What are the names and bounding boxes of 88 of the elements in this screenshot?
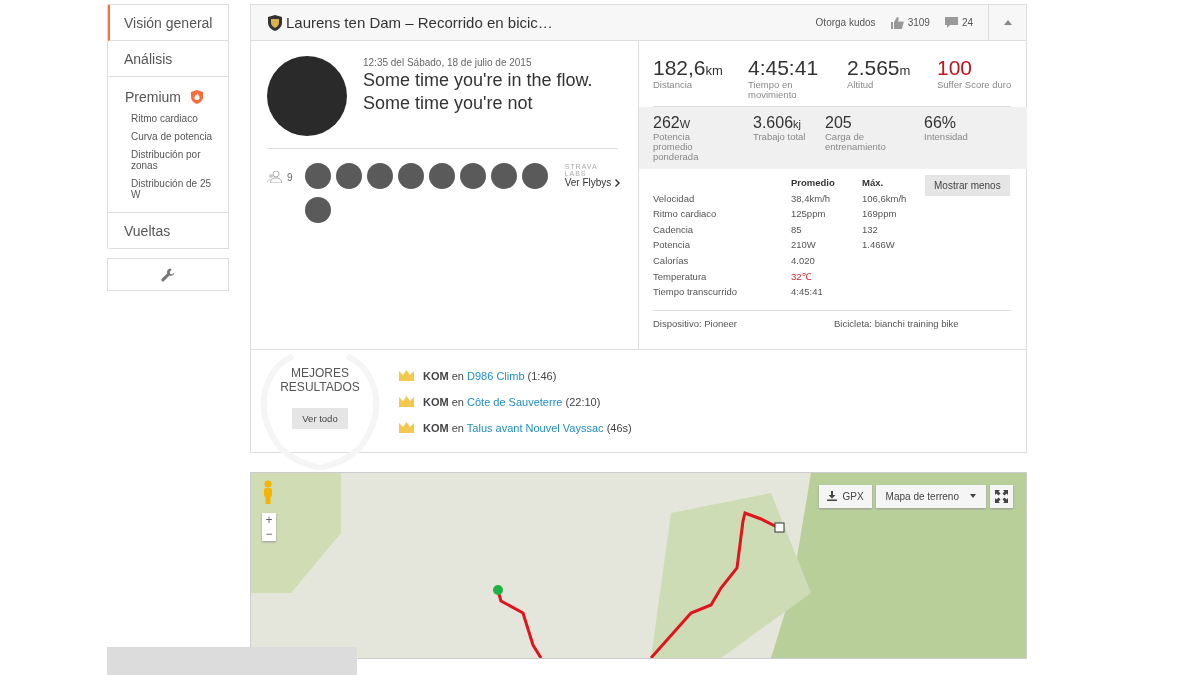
stat-label: Tiempo en movimiento [748,80,798,100]
show-less-button[interactable]: Mostrar menos [925,175,1010,196]
shield-icon [268,14,282,31]
table-cell-text: Calorías [653,253,690,268]
table-cell-text: 38,4km/h [791,191,832,206]
segment-link[interactable]: D986 Climb [467,369,525,382]
shield-icon [191,90,203,104]
fullscreen-icon [995,489,1008,503]
table-cell-text: Potencia [653,238,691,253]
give-kudos-link[interactable]: Otorga kudos [815,17,876,28]
caret-up-icon [1003,20,1012,25]
table-cell-text: Ritmo cardiaco [653,207,718,222]
crown-icon [399,396,414,408]
people-icon [267,171,283,183]
table-cell-text: 106,6km/h [862,191,908,206]
table-cell-text: 169ppm [862,207,898,222]
comments-count[interactable]: 24 [944,17,973,28]
stat-label: Distancia [653,80,694,90]
column-header: Promedio [791,176,836,190]
sidebar-item[interactable]: Visión general [108,5,228,41]
stat-value: 2.565m [847,56,912,80]
sidebar-item[interactable]: Premium [108,81,228,110]
achievement-text: KOM en Talus avant Nouvel Vayssac (46s) [423,421,632,434]
sidebar-subitem[interactable]: Distribución de 25 W [108,175,228,204]
table-cell-text: 32℃ [791,269,812,284]
table-cell-text: Cadencia [653,222,695,237]
stat-value: 3.606kj [753,114,802,132]
sidebar-item[interactable]: Análisis [108,41,228,77]
segment-link[interactable]: Côte de Sauveterre [467,395,563,408]
sidebar-item[interactable]: Vueltas [108,213,228,249]
sidebar-subitem[interactable]: Distribución por zonas [108,146,228,175]
avatar-photo-placeholder[interactable] [490,163,517,189]
achievement-text: KOM en D986 Climb (1:46) [423,369,557,382]
device-label: Dispositivo: Pioneer [653,317,738,329]
gpx-button[interactable]: GPX [819,484,872,508]
wrench-icon [161,267,175,282]
sidebar-subitem[interactable]: Ritmo cardiaco [108,110,228,128]
activity-title: Laurens ten Dam – Recorrido en bicic… [286,14,553,31]
table-cell-text: 210W [791,238,817,253]
crown-icon [399,370,414,382]
avatar-photo-placeholder[interactable] [335,163,362,189]
avatar-photo-placeholder[interactable] [366,163,393,189]
chevron-right-icon [615,178,621,187]
achievements-title: MEJORES RESULTADOS [279,365,361,394]
table-cell-text: 4:45:41 [791,285,824,300]
table-cell-text: 125ppm [791,207,827,222]
kudos-count[interactable]: 3109 [890,16,930,29]
bike-label: Bicicleta: bianchi training bike [834,317,959,329]
stat-value: 100 [937,56,974,80]
crown-icon [399,422,414,434]
stat-label: Suffer Score duro [937,80,1012,90]
activity-date: 12:35 del Sábado, 18 de julio de 2015 [363,57,533,68]
stat-label: Carga de entrenamiento [825,132,887,152]
stat-value: 182,6km [653,56,724,80]
fullscreen-button[interactable] [990,484,1013,508]
avatar-photo-placeholder[interactable] [304,197,331,223]
thumbs-up-icon [890,16,904,29]
table-cell-text: Tiempo transcurrido [653,285,739,300]
stat-label: Potencia promedio ponderada [653,132,700,162]
view-all-button[interactable]: Ver todo [292,407,348,429]
stat-value: 4:45:41 [748,56,820,80]
avatar-photo-placeholder[interactable] [397,163,424,189]
activity-name: Some time you're in the flow. Some time you're not [363,69,594,115]
flybys-link[interactable]: Ver Flybys [564,177,621,188]
caret-down-icon [970,494,976,499]
avatar-photo-placeholder[interactable] [428,163,455,189]
table-cell-text: 132 [862,222,879,237]
download-icon [827,491,838,502]
speech-bubble-icon [944,17,958,28]
table-cell-text: Velocidad [653,191,696,206]
stat-value: 66% [924,114,958,132]
segment-link[interactable]: Talus avant Nouvel Vayssac [466,421,604,434]
column-header: Máx. [862,176,885,190]
avatar-photo-placeholder[interactable] [459,163,486,189]
stat-label: Trabajo total [753,132,807,142]
table-cell-text: 4.020 [791,253,816,268]
group-count: 9 [267,171,305,183]
table-cell-text: 85 [791,222,803,237]
avatar-photo-placeholder[interactable] [304,163,331,189]
stat-label: Intensidad [924,132,969,142]
stat-label: Altitud [847,80,875,90]
stat-value: 262W [653,114,692,132]
sidebar-subitem[interactable]: Curva de potencia [108,128,228,146]
stat-value: 205 [825,114,853,132]
table-cell-text: Temperatura [653,269,708,284]
avatar-photo-placeholder[interactable] [521,163,548,189]
achievement-text: KOM en Côte de Sauveterre (22:10) [423,395,601,408]
table-cell-text: 1.466W [862,238,896,253]
